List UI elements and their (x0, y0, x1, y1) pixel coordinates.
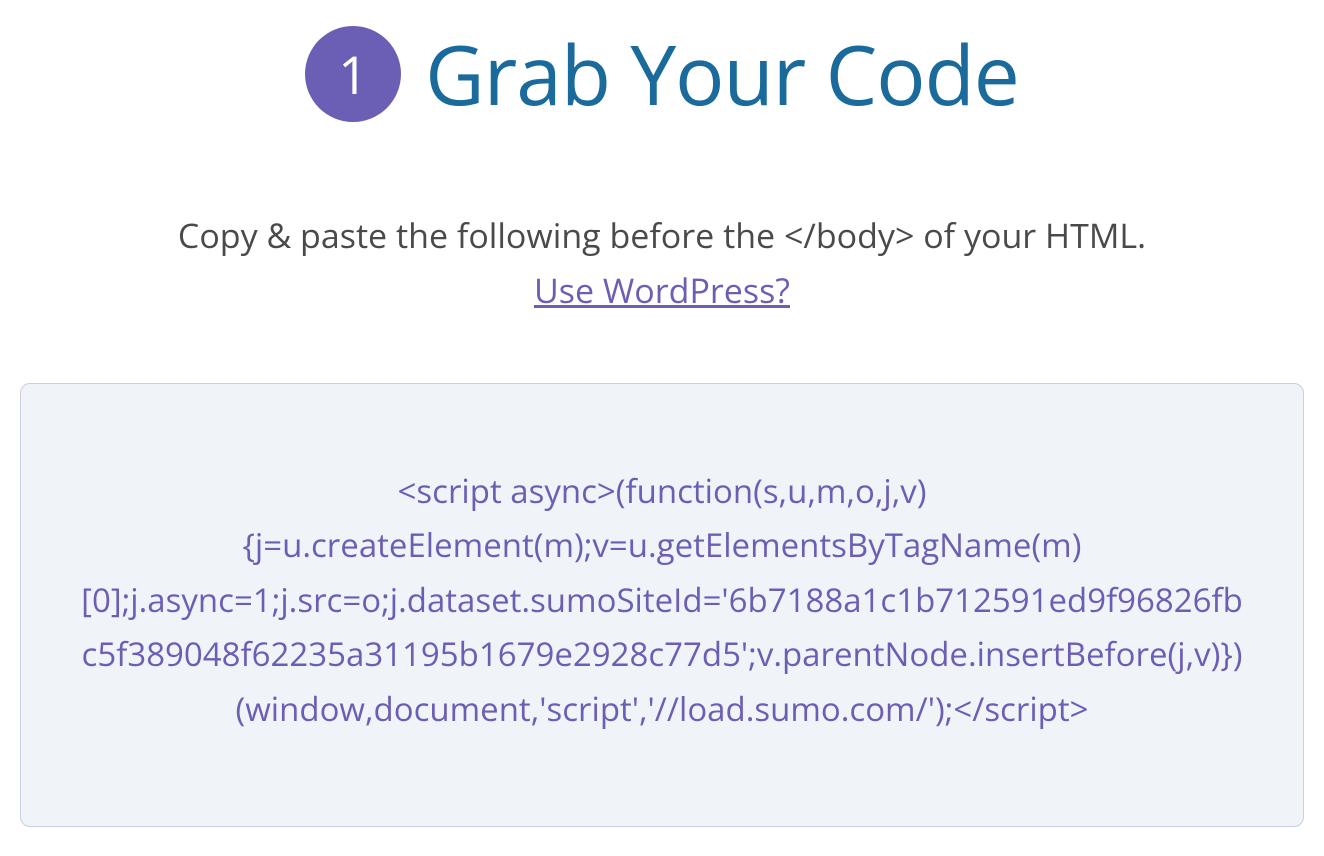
step-number-badge: 1 (305, 26, 401, 122)
instruction-text: Copy & paste the following before the </… (20, 210, 1304, 261)
code-snippet-box[interactable]: <script async>(function(s,u,m,o,j,v){j=u… (20, 383, 1304, 827)
heading-row: 1 Grab Your Code (20, 0, 1304, 160)
use-wordpress-link[interactable]: Use WordPress? (20, 267, 1304, 313)
step-number: 1 (338, 39, 368, 110)
onboarding-step-container: 1 Grab Your Code Copy & paste the follow… (20, 0, 1304, 827)
step-title: Grab Your Code (425, 18, 1019, 130)
